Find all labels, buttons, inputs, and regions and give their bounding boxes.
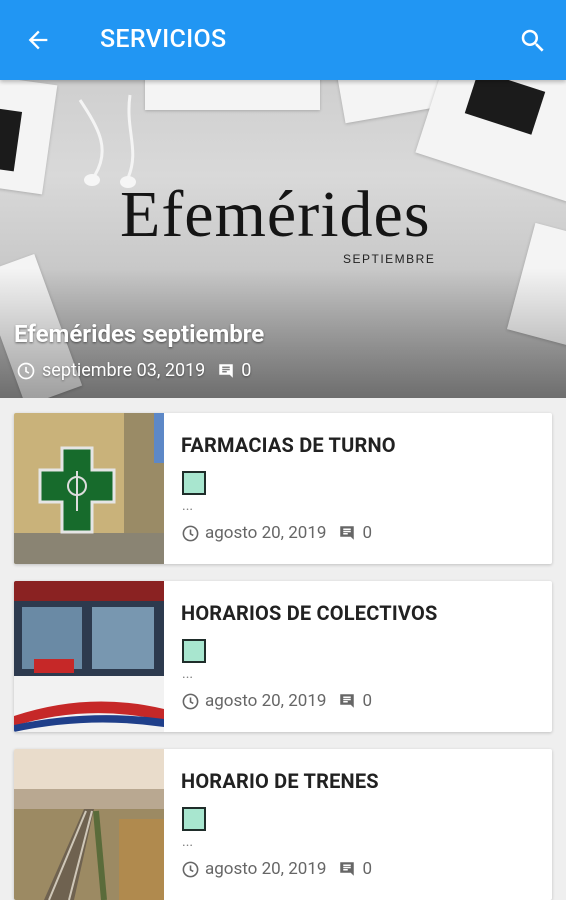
hero-image-subheading: SEPTIEMBRE xyxy=(343,252,436,266)
clock-icon xyxy=(17,362,35,379)
post-card[interactable]: HORARIOS DE COLECTIVOS ... agosto 20, 20… xyxy=(14,581,552,732)
comment-icon xyxy=(219,363,234,378)
emoji-square-icon xyxy=(182,471,206,495)
post-meta: agosto 20, 2019 0 xyxy=(181,859,372,879)
hero-image-heading: Efemérides xyxy=(120,178,431,251)
clock-icon xyxy=(182,861,199,877)
post-title: HORARIO DE TRENES xyxy=(181,769,379,793)
post-comment-count: 0 xyxy=(362,859,373,879)
hero-date: septiembre 03, 2019 xyxy=(42,360,206,381)
post-card[interactable]: FARMACIAS DE TURNO ... agosto 20, 2019 0 xyxy=(14,413,552,564)
app-bar: SERVICIOS xyxy=(0,0,566,80)
post-thumbnail-bus xyxy=(14,581,164,732)
post-card[interactable]: HORARIO DE TRENES ... agosto 20, 2019 0 xyxy=(14,749,552,900)
post-comment-count: 0 xyxy=(362,523,373,543)
arrow-back-icon[interactable] xyxy=(24,26,52,54)
emoji-square-icon xyxy=(182,807,206,831)
post-comment-count: 0 xyxy=(362,691,373,711)
post-excerpt: ... xyxy=(182,834,194,850)
featured-post[interactable]: Efemérides SEPTIEMBRE Efemérides septiem… xyxy=(0,80,566,398)
comment-icon xyxy=(340,694,355,708)
post-date: agosto 20, 2019 xyxy=(205,691,327,711)
post-thumbnail-pharmacy xyxy=(14,413,164,564)
page-title: SERVICIOS xyxy=(100,25,227,54)
post-excerpt: ... xyxy=(182,666,194,682)
hero-title: Efemérides septiembre xyxy=(14,320,265,348)
post-date: agosto 20, 2019 xyxy=(205,523,327,543)
post-date: agosto 20, 2019 xyxy=(205,859,327,879)
comment-icon xyxy=(340,862,355,876)
hero-comment-count: 0 xyxy=(241,360,252,381)
post-title: HORARIOS DE COLECTIVOS xyxy=(181,601,438,625)
post-meta: agosto 20, 2019 0 xyxy=(181,691,372,711)
comment-icon xyxy=(340,526,355,540)
search-icon[interactable] xyxy=(518,26,548,56)
hero-meta: septiembre 03, 2019 0 xyxy=(16,360,251,381)
post-excerpt: ... xyxy=(182,498,194,514)
clock-icon xyxy=(182,525,199,541)
post-meta: agosto 20, 2019 0 xyxy=(181,523,372,543)
emoji-square-icon xyxy=(182,639,206,663)
post-title: FARMACIAS DE TURNO xyxy=(181,433,396,457)
post-thumbnail-train xyxy=(14,749,164,900)
clock-icon xyxy=(182,693,199,709)
